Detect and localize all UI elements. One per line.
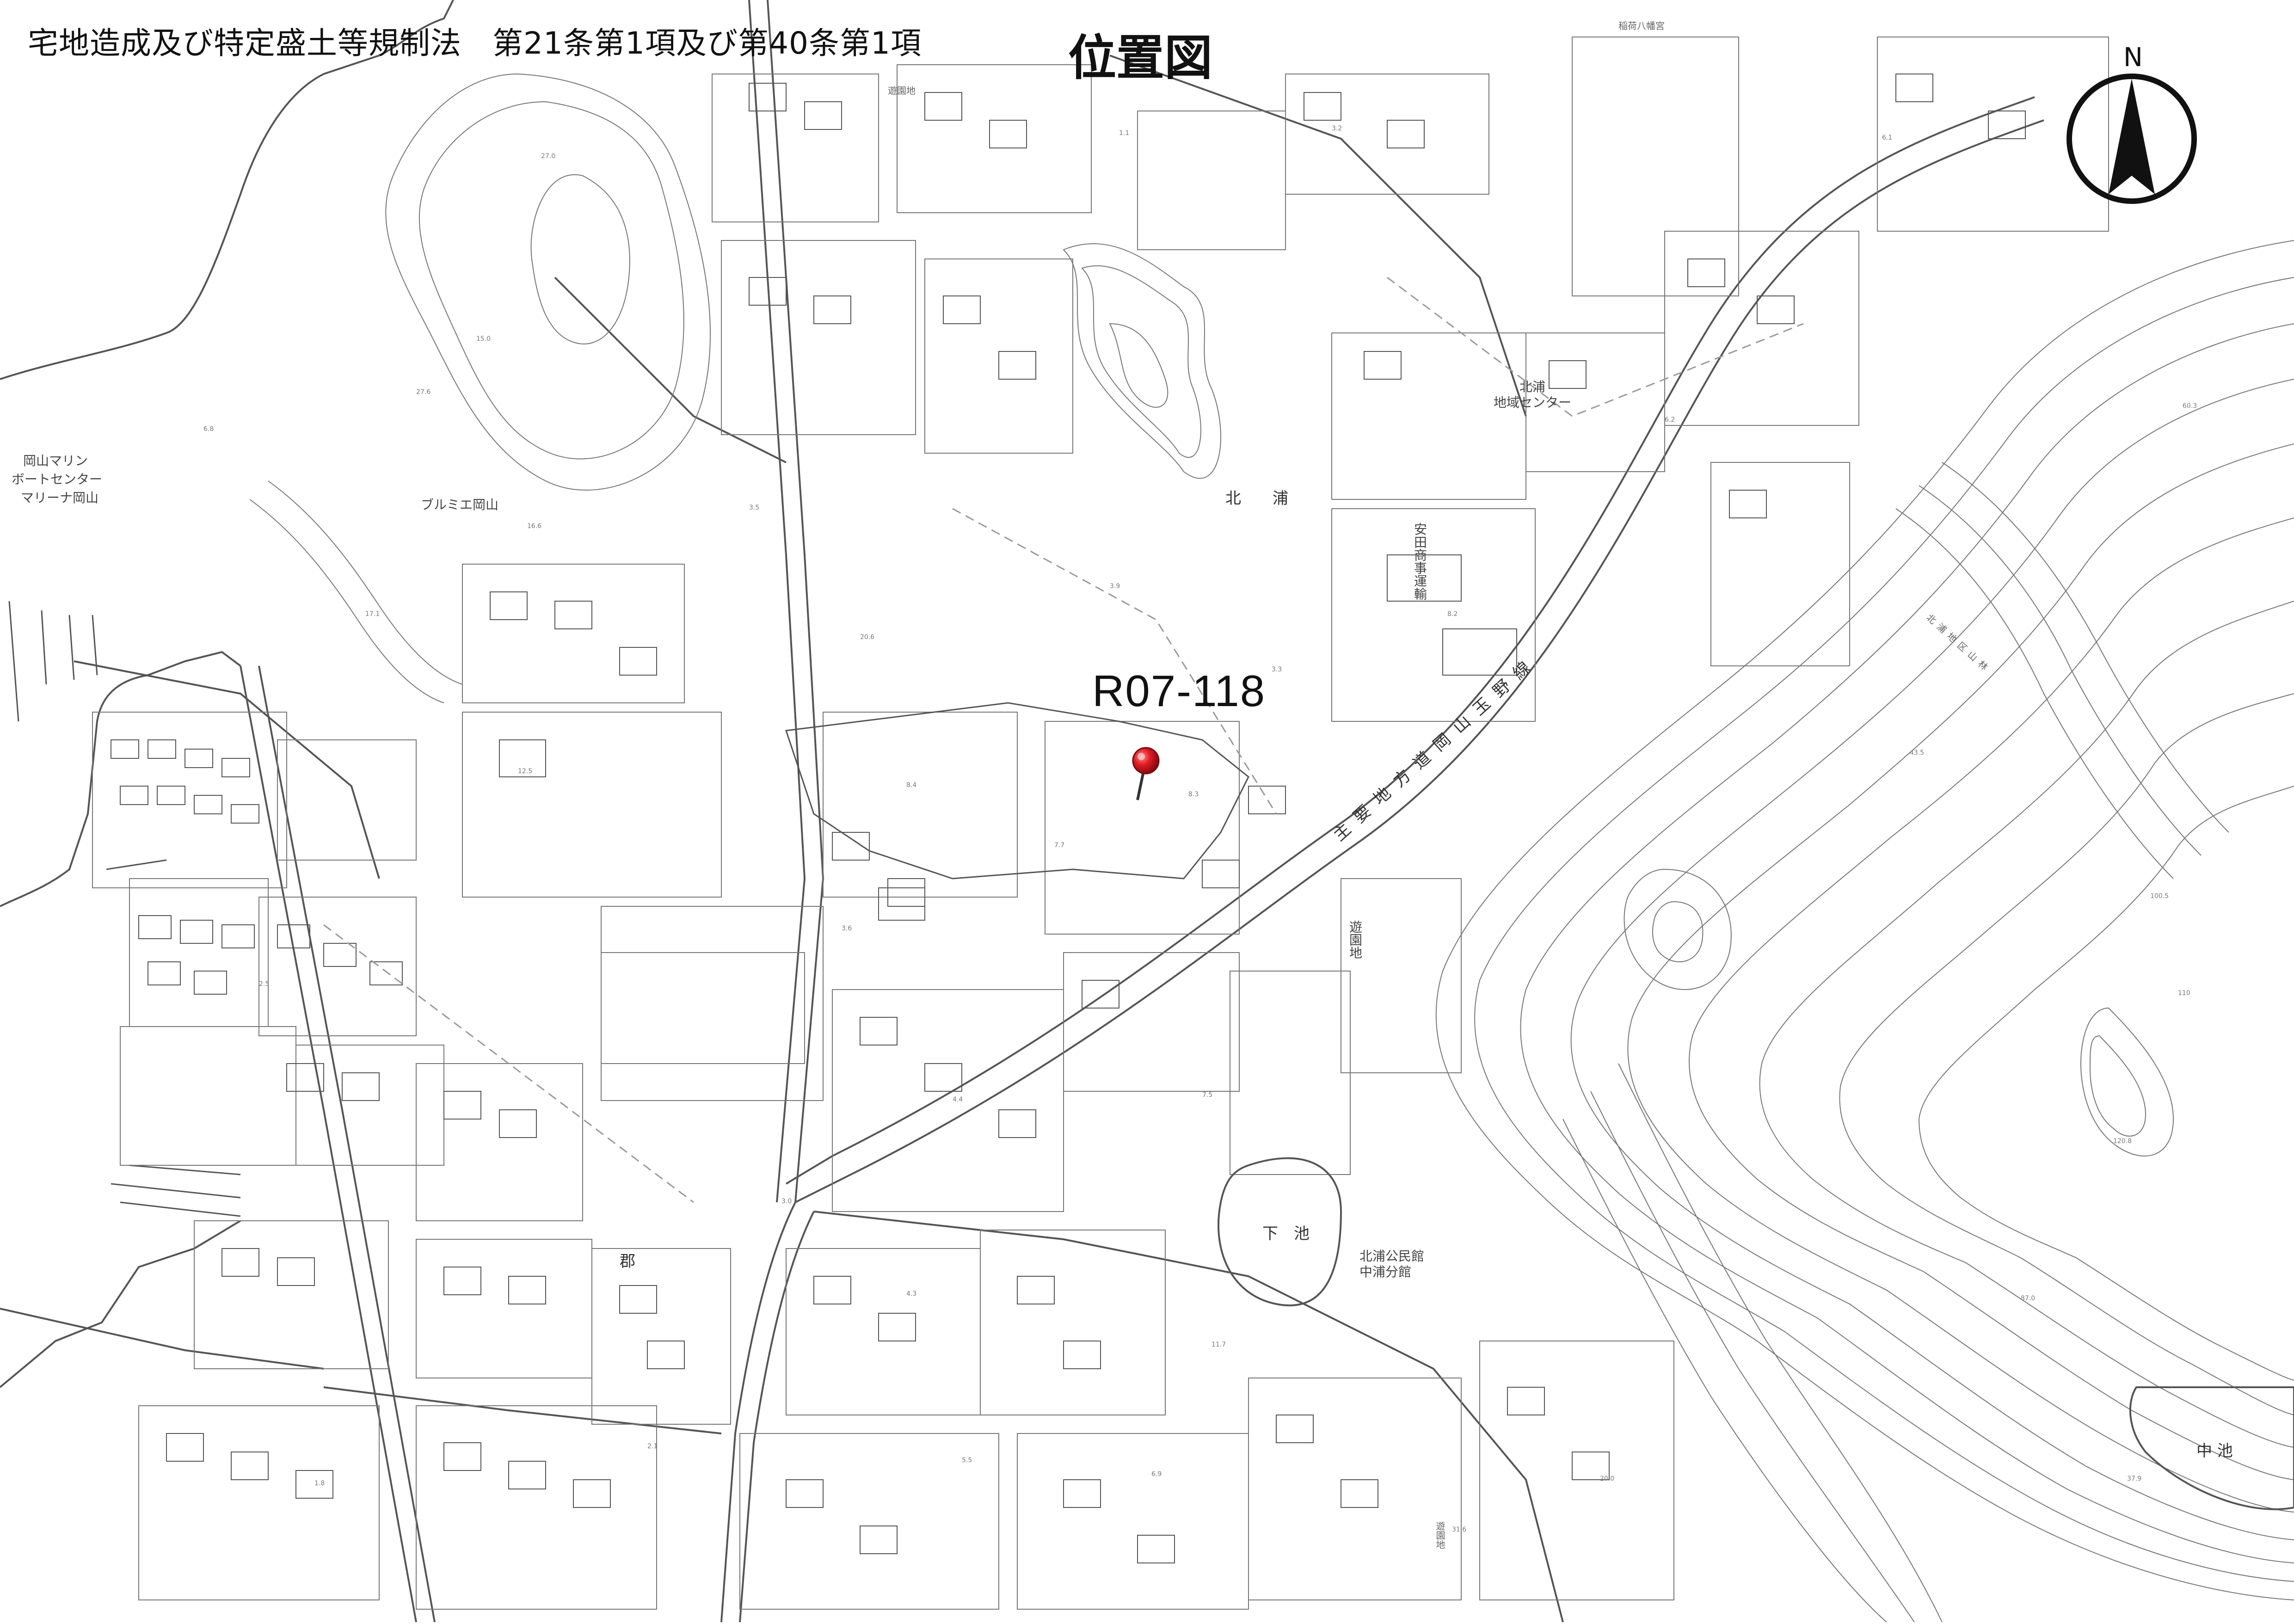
hill-contours-west — [249, 73, 711, 703]
spot-height: 1.1 — [1119, 129, 1130, 137]
map-canvas — [0, 0, 2294, 1623]
spot-height: 8.4 — [906, 781, 917, 789]
roads — [0, 0, 2044, 1623]
spot-height: 20.0 — [1600, 1475, 1615, 1483]
spot-height: 37.9 — [2127, 1475, 2142, 1483]
spot-height: 15.0 — [476, 335, 491, 343]
spot-height: 2.5 — [259, 980, 270, 988]
place-park-north: 遊園地 — [888, 85, 916, 96]
place-community-center: 北浦 地域センター — [1494, 379, 1572, 410]
spot-height: 5.5 — [962, 1457, 972, 1464]
ponds — [1218, 1157, 2294, 1510]
spot-height: 4.3 — [906, 1290, 917, 1298]
spot-height: 7.5 — [1202, 1091, 1213, 1099]
spot-height: 110 — [2178, 990, 2190, 997]
site-id-label: R07-118 — [1092, 666, 1266, 716]
place-nakaike: 中 池 — [2196, 1442, 2233, 1460]
spot-height: 6.8 — [203, 425, 214, 433]
spot-height: 120.8 — [2113, 1138, 2132, 1145]
spot-height: 16.6 — [527, 523, 542, 530]
page-title: 位置図 — [1068, 30, 1213, 86]
spot-height: 6.9 — [1151, 1470, 1162, 1478]
place-kitaura: 北 浦 — [1225, 489, 1288, 508]
place-yasuda: 安田商事運輸 — [1412, 523, 1427, 600]
place-brumie: ブルミエ岡山 — [421, 497, 499, 512]
piers — [8, 601, 241, 1217]
spot-height: 1.8 — [314, 1480, 325, 1487]
spot-height: 11.7 — [1212, 1341, 1226, 1348]
spot-height: 3.9 — [1110, 583, 1120, 590]
spot-height: 20.6 — [860, 634, 875, 641]
hill-contours-center — [1063, 243, 1221, 479]
spot-height: 6.1 — [1882, 134, 1893, 141]
spot-height: 43.5 — [1910, 749, 1925, 757]
place-park-south2: 遊園地 — [1434, 1521, 1445, 1549]
spot-height: 7.7 — [1054, 842, 1065, 849]
place-marine-center-2: ボートセンター — [12, 472, 103, 487]
spot-height: 17.1 — [365, 610, 380, 618]
north-arrow-graphic — [2066, 74, 2197, 204]
place-marine-center-1: 岡山マリン — [23, 453, 88, 468]
place-kitaura-hall: 北浦公民館 中浦分館 — [1359, 1249, 1425, 1280]
spot-height: 60.3 — [2183, 402, 2197, 410]
site-marker[interactable] — [1131, 745, 1161, 803]
hill-contours-east — [1435, 240, 2294, 1623]
spot-height: 2.1 — [647, 1443, 658, 1450]
spot-height: 8.3 — [1188, 791, 1199, 798]
spot-height: 3.5 — [749, 504, 760, 511]
spot-height: 8.2 — [1447, 610, 1458, 618]
spot-height: 4.4 — [953, 1096, 963, 1103]
spot-height: 27.6 — [416, 388, 431, 396]
law-caption: 宅地造成及び特定盛土等規制法 第21条第1項及び第40条第1項 — [28, 25, 922, 61]
coastline — [0, 0, 454, 1388]
north-arrow-label: N — [2123, 43, 2143, 73]
spot-height: 6.2 — [1665, 416, 1675, 424]
spot-height: 87.0 — [2021, 1295, 2036, 1302]
spot-height: 27.0 — [541, 153, 556, 160]
place-kori: 郡 — [620, 1252, 635, 1271]
spot-height: 100.5 — [2150, 892, 2169, 900]
place-shrine: 稲荷八幡宮 — [1618, 20, 1665, 31]
spot-height: 12.5 — [518, 768, 533, 775]
buildings — [111, 74, 2026, 1563]
place-marine-center-3: マリーナ岡山 — [21, 490, 99, 505]
spot-height: 31.6 — [1452, 1526, 1467, 1533]
spot-height: 3.0 — [781, 1198, 792, 1205]
spot-height: 3.3 — [1272, 666, 1282, 673]
spot-height: 3.2 — [1332, 125, 1342, 132]
parcels — [92, 37, 2109, 1610]
spot-height: 3.6 — [842, 925, 852, 932]
base-map[interactable] — [0, 0, 2294, 1623]
place-park-south: 遊園地 — [1347, 920, 1363, 959]
place-shimoike: 下 池 — [1262, 1224, 1310, 1243]
